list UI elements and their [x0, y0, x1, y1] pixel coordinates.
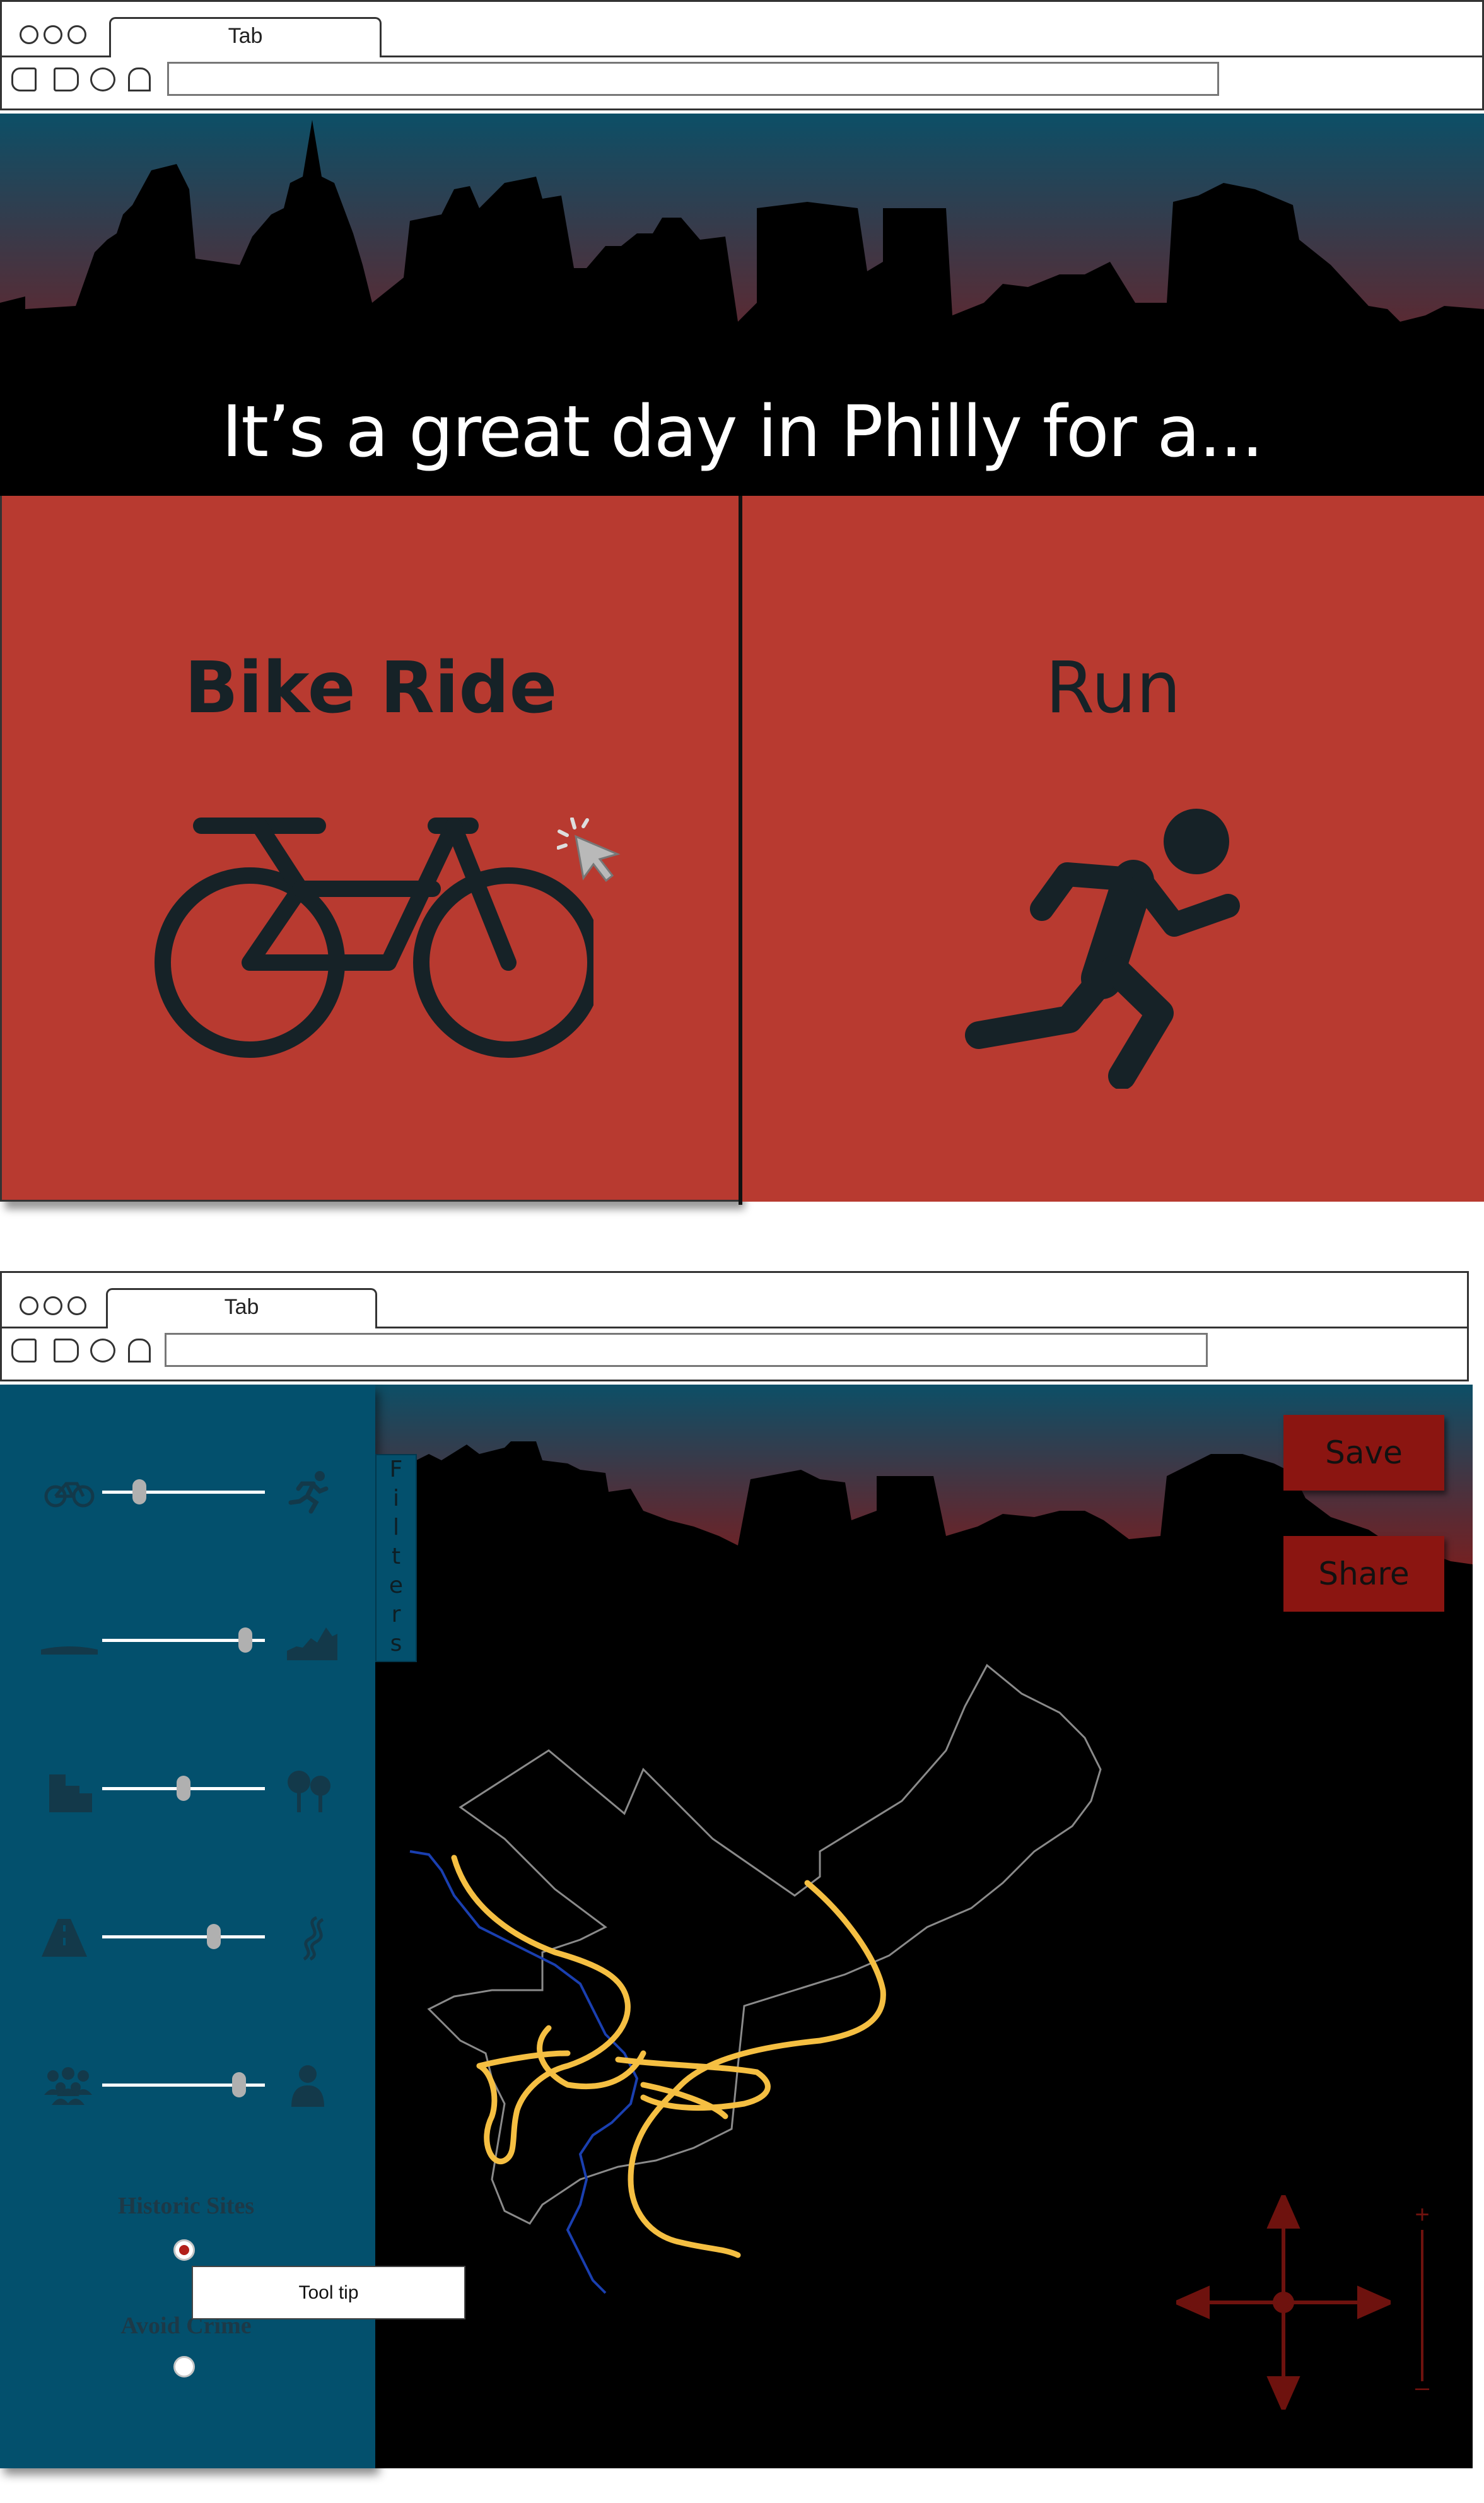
browser-tab[interactable]: Tab — [109, 17, 382, 57]
zoom-control[interactable]: + – — [1410, 2201, 1435, 2401]
trees-icon — [288, 1771, 330, 1812]
hero-banner: It’s a great day in Philly for a... — [0, 114, 1484, 496]
historic-sites-radio-dot — [179, 2245, 189, 2255]
path-slider-thumb[interactable] — [207, 1924, 221, 1949]
pan-control[interactable] — [1176, 2195, 1391, 2410]
road-icon — [42, 1919, 87, 1957]
slider-row-activity — [0, 1460, 375, 1523]
filters-tab-letter: s — [390, 1631, 402, 1656]
url-bar[interactable] — [167, 62, 1219, 96]
hilly-terrain-icon — [287, 1627, 337, 1660]
browser-window-1: Tab — [0, 0, 1484, 110]
back-button[interactable] — [11, 67, 37, 91]
runner-icon — [965, 809, 1240, 1089]
window-close-button[interactable] — [20, 1296, 38, 1315]
url-bar[interactable] — [165, 1333, 1208, 1367]
crowd-slider-thumb[interactable] — [232, 2072, 246, 2097]
activity-slider-track[interactable] — [102, 1491, 265, 1494]
tab-strip: Tab — [2, 2, 1482, 57]
window-minimize-button[interactable] — [44, 1296, 62, 1315]
zoom-in-button[interactable]: + — [1410, 2201, 1435, 2229]
filters-tab[interactable]: F i l t e r s — [375, 1454, 417, 1662]
window-maximize-button[interactable] — [67, 25, 86, 44]
pan-right-arrow — [1357, 2285, 1391, 2319]
run-label: Run — [1045, 647, 1181, 729]
run-option[interactable]: Run — [742, 496, 1484, 1202]
bicycle-icon — [44, 1482, 95, 1508]
tooltip: Tool tip — [192, 2266, 465, 2319]
slider-row-path — [0, 1905, 375, 1968]
reload-button[interactable] — [90, 67, 115, 91]
share-button-label: Share — [1318, 1556, 1410, 1592]
zoom-slider-track[interactable] — [1421, 2230, 1423, 2381]
tab-strip-2: Tab — [2, 1273, 1467, 1328]
back-button[interactable] — [11, 1339, 37, 1363]
reload-button[interactable] — [90, 1339, 115, 1363]
browser-window-2: Tab — [0, 1271, 1469, 1381]
forward-button[interactable] — [54, 1339, 79, 1363]
slider-row-terrain — [0, 1609, 375, 1672]
pointer-cursor-icon — [557, 818, 621, 882]
historic-sites-label: Historic Sites — [117, 2193, 255, 2219]
filters-tab-letter: t — [391, 1544, 401, 1569]
forward-button[interactable] — [54, 67, 79, 91]
filters-tab-letter: F — [389, 1457, 403, 1482]
slider-row-scenery — [0, 1757, 375, 1820]
single-person-icon — [291, 2065, 324, 2107]
save-button[interactable]: Save — [1283, 1415, 1444, 1491]
page-headline: It’s a great day in Philly for a... — [221, 391, 1264, 473]
flat-terrain-icon — [41, 1646, 98, 1655]
tooltip-text: Tool tip — [298, 2282, 359, 2303]
zoom-out-button[interactable]: – — [1410, 2374, 1435, 2402]
avoid-crime-radio[interactable] — [173, 2356, 195, 2377]
trail-icon — [303, 1916, 324, 1961]
home-button[interactable] — [128, 67, 151, 91]
pan-up-arrow — [1266, 2195, 1300, 2229]
window-maximize-button[interactable] — [67, 1296, 86, 1315]
bicycle-icon — [155, 818, 593, 1058]
filters-tab-letter: e — [389, 1573, 404, 1598]
bike-ride-label: Bike Ride — [184, 647, 558, 729]
crowd-icon — [44, 2067, 92, 2105]
pan-down-arrow — [1266, 2376, 1300, 2410]
scenery-slider-thumb[interactable] — [177, 1776, 190, 1801]
slider-row-crowd — [0, 2053, 375, 2116]
city-buildings-icon — [49, 1774, 92, 1812]
home-button[interactable] — [128, 1339, 151, 1363]
share-button[interactable]: Share — [1283, 1536, 1444, 1612]
historic-sites-radio[interactable] — [173, 2239, 195, 2261]
window-close-button[interactable] — [20, 25, 38, 44]
browser-tab[interactable]: Tab — [106, 1288, 377, 1328]
save-button-label: Save — [1325, 1434, 1403, 1471]
browser-tab-label: Tab — [224, 1295, 259, 1319]
terrain-slider-thumb[interactable] — [238, 1627, 252, 1653]
activity-slider-thumb[interactable] — [132, 1479, 146, 1504]
runner-icon — [288, 1471, 329, 1514]
browser-tab-label: Tab — [228, 24, 263, 48]
bike-ride-option[interactable]: Bike Ride — [0, 496, 740, 1202]
filters-tab-letter: l — [392, 1515, 399, 1540]
filters-tab-letter: r — [391, 1602, 401, 1627]
window-minimize-button[interactable] — [44, 25, 62, 44]
filters-tab-letter: i — [392, 1486, 399, 1511]
pan-left-arrow — [1176, 2285, 1210, 2319]
path-slider-track[interactable] — [102, 1935, 265, 1938]
